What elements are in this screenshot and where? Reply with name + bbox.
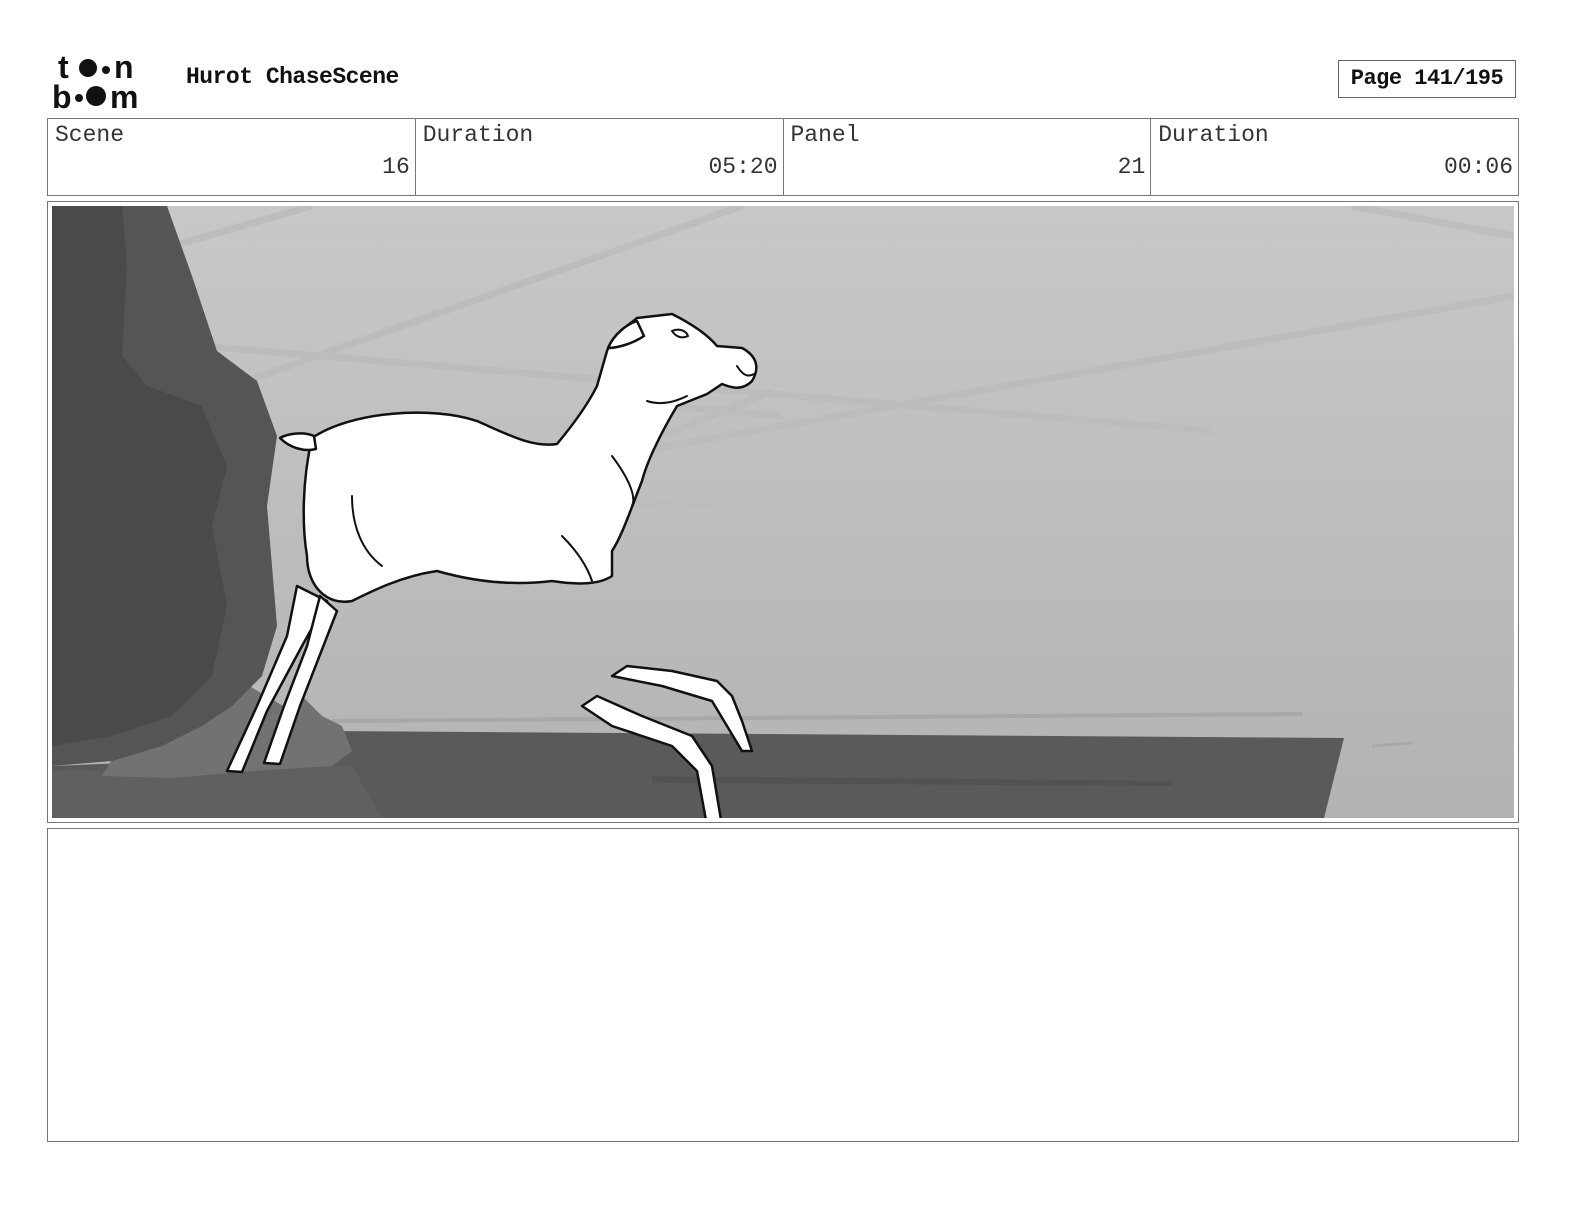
scene-duration-value: 05:20 bbox=[708, 154, 778, 180]
scene-value: 16 bbox=[382, 154, 410, 180]
toonboom-logo: t n b m bbox=[52, 50, 164, 112]
scene-cell: Scene 16 bbox=[48, 119, 416, 195]
panel-frame bbox=[47, 201, 1519, 823]
svg-text:b: b bbox=[52, 79, 72, 112]
document-title: Hurot ChaseScene bbox=[186, 64, 399, 90]
svg-text:m: m bbox=[110, 79, 138, 112]
scene-label: Scene bbox=[55, 122, 125, 148]
panel-duration-cell: Duration 00:06 bbox=[1151, 119, 1518, 195]
panel-label: Panel bbox=[790, 122, 860, 148]
scene-info-row: Scene 16 Duration 05:20 Panel 21 Duratio… bbox=[47, 118, 1519, 196]
panel-value: 21 bbox=[1117, 154, 1146, 180]
scene-duration-cell: Duration 05:20 bbox=[416, 119, 784, 195]
storyboard-image bbox=[52, 206, 1514, 818]
panel-duration-label: Duration bbox=[1158, 122, 1269, 148]
page-number: Page 141/195 bbox=[1338, 60, 1516, 98]
panel-duration-value: 00:06 bbox=[1443, 154, 1513, 180]
panel-notes-box bbox=[47, 828, 1519, 1142]
scene-duration-label: Duration bbox=[422, 122, 534, 148]
panel-cell: Panel 21 bbox=[784, 119, 1152, 195]
